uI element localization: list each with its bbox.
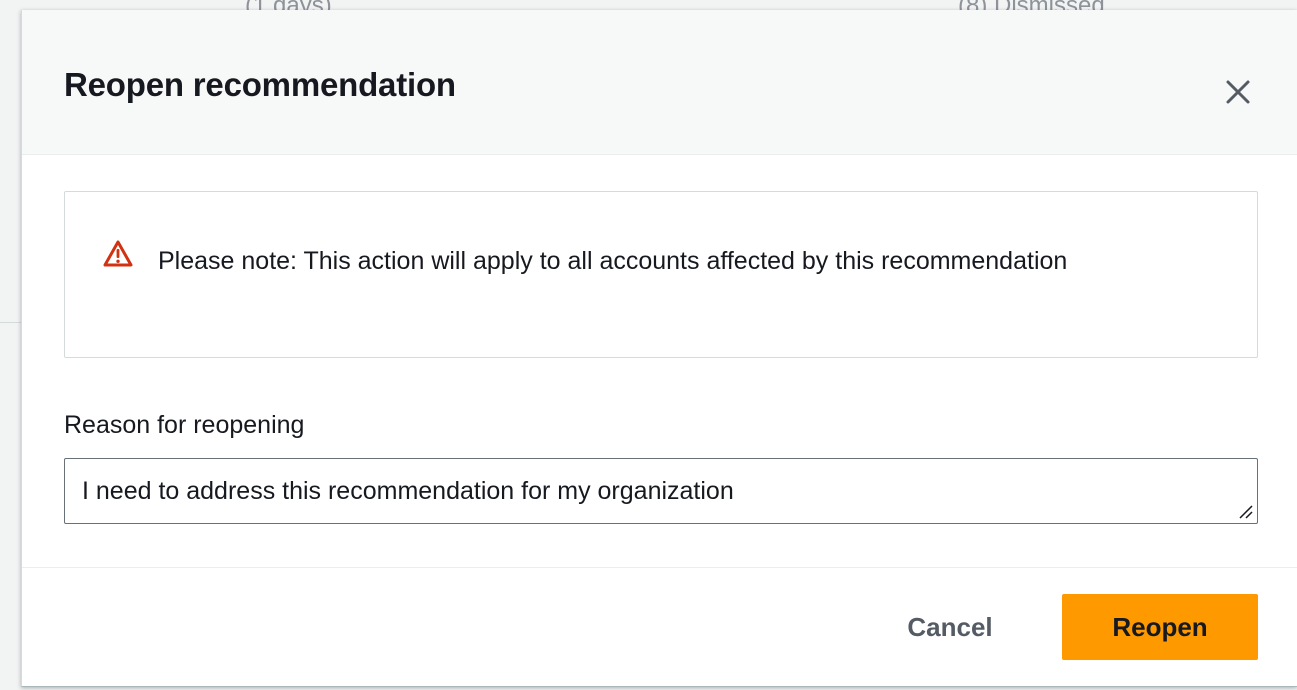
close-button[interactable]	[1220, 74, 1256, 110]
close-icon	[1226, 80, 1250, 104]
alert-message: Please note: This action will apply to a…	[158, 247, 1068, 275]
reopen-recommendation-modal: Reopen recommendation Please note: This …	[21, 10, 1297, 687]
resize-handle-icon[interactable]	[1236, 502, 1254, 520]
reason-textarea-value: I need to address this recommendation fo…	[82, 477, 734, 505]
reopen-button[interactable]: Reopen	[1062, 594, 1258, 660]
reason-label: Reason for reopening	[64, 411, 305, 439]
warning-icon	[103, 240, 133, 267]
reason-textarea[interactable]: I need to address this recommendation fo…	[64, 458, 1258, 524]
footer-divider	[22, 567, 1297, 568]
cancel-button[interactable]: Cancel	[890, 594, 1010, 660]
modal-header: Reopen recommendation	[22, 10, 1297, 155]
warning-alert: Please note: This action will apply to a…	[64, 191, 1258, 358]
modal-title: Reopen recommendation	[64, 66, 456, 103]
